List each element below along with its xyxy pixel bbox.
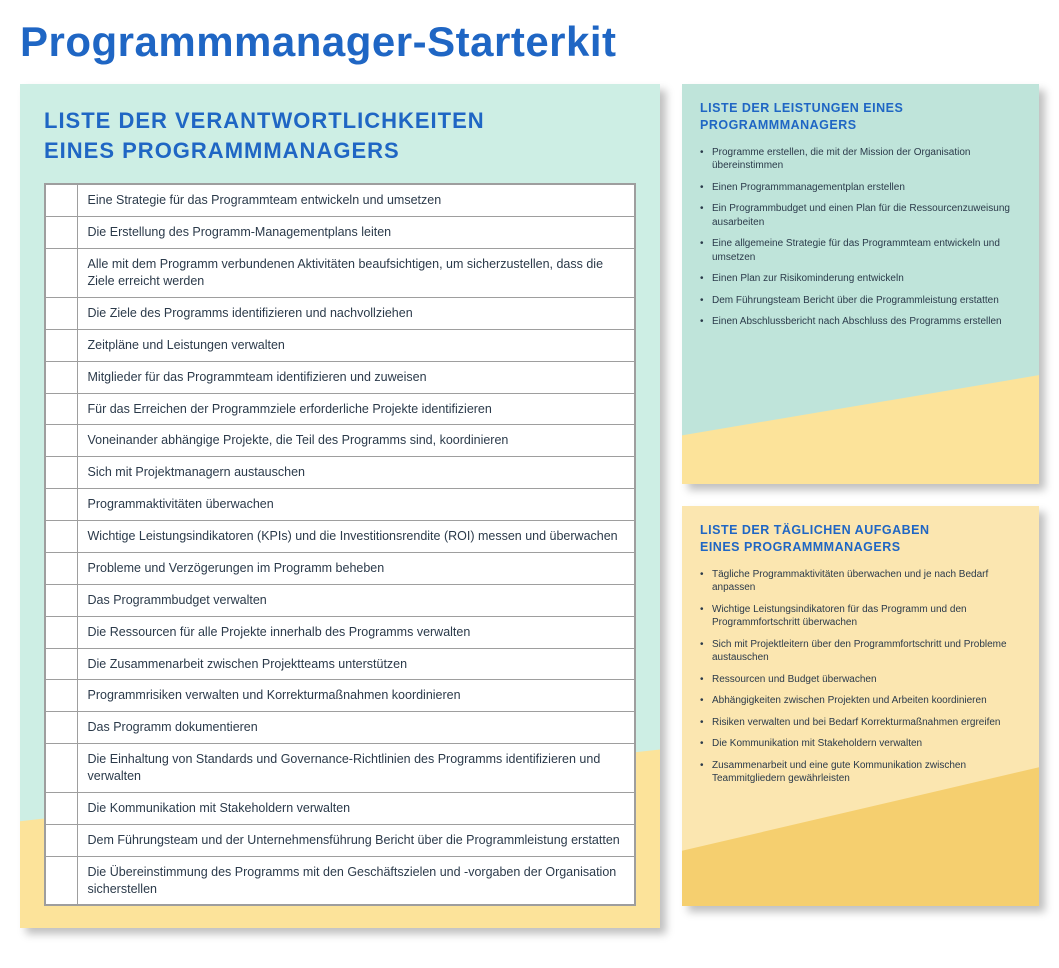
responsibility-text: Wichtige Leistungsindikatoren (KPIs) und…: [77, 521, 635, 553]
check-cell[interactable]: [45, 425, 77, 457]
check-cell[interactable]: [45, 616, 77, 648]
responsibility-text: Zeitpläne und Leistungen verwalten: [77, 329, 635, 361]
list-item: Ressourcen und Budget überwachen: [700, 673, 1021, 687]
table-row: Die Erstellung des Programm-Managementpl…: [45, 217, 635, 249]
responsibility-text: Programmaktivitäten überwachen: [77, 489, 635, 521]
list-item: Tägliche Programmaktivitäten überwachen …: [700, 568, 1021, 595]
table-row: Für das Erreichen der Programmziele erfo…: [45, 393, 635, 425]
responsibility-text: Die Einhaltung von Standards und Governa…: [77, 744, 635, 793]
check-cell[interactable]: [45, 521, 77, 553]
heading-line-2: EINES PROGRAMMMANAGERS: [700, 540, 901, 554]
heading-line-2: EINES PROGRAMMMANAGERS: [44, 138, 400, 163]
table-row: Die Kommunikation mit Stakeholdern verwa…: [45, 792, 635, 824]
table-row: Die Ziele des Programms identifizieren u…: [45, 297, 635, 329]
responsibility-text: Probleme und Verzögerungen im Programm b…: [77, 552, 635, 584]
table-row: Dem Führungsteam und der Unternehmensfüh…: [45, 824, 635, 856]
check-cell[interactable]: [45, 329, 77, 361]
list-item: Einen Programmmanagementplan erstellen: [700, 181, 1021, 195]
responsibility-text: Für das Erreichen der Programmziele erfo…: [77, 393, 635, 425]
heading-line-1: LISTE DER TÄGLICHEN AUFGABEN: [700, 523, 930, 537]
list-item: Sich mit Projektleitern über den Program…: [700, 638, 1021, 665]
daily-tasks-card: LISTE DER TÄGLICHEN AUFGABEN EINES PROGR…: [682, 506, 1039, 906]
responsibility-text: Programmrisiken verwalten und Korrekturm…: [77, 680, 635, 712]
responsibility-text: Voneinander abhängige Projekte, die Teil…: [77, 425, 635, 457]
check-cell[interactable]: [45, 249, 77, 298]
list-item: Ein Programmbudget und einen Plan für di…: [700, 202, 1021, 229]
check-cell[interactable]: [45, 824, 77, 856]
table-row: Wichtige Leistungsindikatoren (KPIs) und…: [45, 521, 635, 553]
check-cell[interactable]: [45, 184, 77, 216]
list-item: Risiken verwalten und bei Bedarf Korrekt…: [700, 716, 1021, 730]
table-row: Programmrisiken verwalten und Korrekturm…: [45, 680, 635, 712]
table-row: Programmaktivitäten überwachen: [45, 489, 635, 521]
check-cell[interactable]: [45, 648, 77, 680]
table-row: Alle mit dem Programm verbundenen Aktivi…: [45, 249, 635, 298]
check-cell[interactable]: [45, 489, 77, 521]
responsibility-text: Die Ressourcen für alle Projekte innerha…: [77, 616, 635, 648]
responsibility-text: Dem Führungsteam und der Unternehmensfüh…: [77, 824, 635, 856]
daily-tasks-list: Tägliche Programmaktivitäten überwachen …: [700, 568, 1021, 786]
daily-tasks-heading: LISTE DER TÄGLICHEN AUFGABEN EINES PROGR…: [700, 522, 1021, 556]
responsibility-text: Das Programm dokumentieren: [77, 712, 635, 744]
responsibility-text: Die Ziele des Programms identifizieren u…: [77, 297, 635, 329]
check-cell[interactable]: [45, 712, 77, 744]
check-cell[interactable]: [45, 361, 77, 393]
table-row: Das Programmbudget verwalten: [45, 584, 635, 616]
table-row: Eine Strategie für das Programmteam entw…: [45, 184, 635, 216]
check-cell[interactable]: [45, 552, 77, 584]
table-row: Das Programm dokumentieren: [45, 712, 635, 744]
check-cell[interactable]: [45, 792, 77, 824]
check-cell[interactable]: [45, 856, 77, 905]
deliverables-heading: LISTE DER LEISTUNGEN EINES PROGRAMMMANAG…: [700, 100, 1021, 134]
check-cell[interactable]: [45, 584, 77, 616]
right-column: LISTE DER LEISTUNGEN EINES PROGRAMMMANAG…: [682, 84, 1039, 906]
list-item: Programme erstellen, die mit der Mission…: [700, 146, 1021, 173]
check-cell[interactable]: [45, 217, 77, 249]
table-row: Probleme und Verzögerungen im Programm b…: [45, 552, 635, 584]
list-item: Eine allgemeine Strategie für das Progra…: [700, 237, 1021, 264]
table-row: Sich mit Projektmanagern austauschen: [45, 457, 635, 489]
heading-line-2: PROGRAMMMANAGERS: [700, 118, 857, 132]
responsibility-text: Das Programmbudget verwalten: [77, 584, 635, 616]
responsibilities-heading: LISTE DER VERANTWORTLICHKEITEN EINES PRO…: [44, 106, 636, 165]
responsibility-text: Die Zusammenarbeit zwischen Projektteams…: [77, 648, 635, 680]
list-item: Einen Plan zur Risikominderung entwickel…: [700, 272, 1021, 286]
list-item: Zusammenarbeit und eine gute Kommunikati…: [700, 759, 1021, 786]
responsibility-text: Mitglieder für das Programmteam identifi…: [77, 361, 635, 393]
responsibility-text: Alle mit dem Programm verbundenen Aktivi…: [77, 249, 635, 298]
list-item: Wichtige Leistungsindikatoren für das Pr…: [700, 603, 1021, 630]
list-item: Dem Führungsteam Bericht über die Progra…: [700, 294, 1021, 308]
heading-line-1: LISTE DER VERANTWORTLICHKEITEN: [44, 108, 485, 133]
responsibility-text: Eine Strategie für das Programmteam entw…: [77, 184, 635, 216]
layout-grid: LISTE DER VERANTWORTLICHKEITEN EINES PRO…: [20, 84, 1039, 928]
heading-line-1: LISTE DER LEISTUNGEN EINES: [700, 101, 903, 115]
list-item: Einen Abschlussbericht nach Abschluss de…: [700, 315, 1021, 329]
check-cell[interactable]: [45, 680, 77, 712]
responsibility-text: Die Übereinstimmung des Programms mit de…: [77, 856, 635, 905]
deliverables-list: Programme erstellen, die mit der Mission…: [700, 146, 1021, 329]
left-column: LISTE DER VERANTWORTLICHKEITEN EINES PRO…: [20, 84, 660, 928]
table-row: Die Ressourcen für alle Projekte innerha…: [45, 616, 635, 648]
deliverables-card: LISTE DER LEISTUNGEN EINES PROGRAMMMANAG…: [682, 84, 1039, 484]
responsibilities-card: LISTE DER VERANTWORTLICHKEITEN EINES PRO…: [20, 84, 660, 928]
check-cell[interactable]: [45, 457, 77, 489]
check-cell[interactable]: [45, 297, 77, 329]
table-row: Die Einhaltung von Standards und Governa…: [45, 744, 635, 793]
table-row: Zeitpläne und Leistungen verwalten: [45, 329, 635, 361]
responsibilities-table: Eine Strategie für das Programmteam entw…: [44, 183, 636, 906]
page-title: Programmmanager-Starterkit: [20, 18, 1039, 66]
responsibility-text: Sich mit Projektmanagern austauschen: [77, 457, 635, 489]
list-item: Die Kommunikation mit Stakeholdern verwa…: [700, 737, 1021, 751]
table-row: Mitglieder für das Programmteam identifi…: [45, 361, 635, 393]
table-row: Voneinander abhängige Projekte, die Teil…: [45, 425, 635, 457]
check-cell[interactable]: [45, 744, 77, 793]
responsibility-text: Die Kommunikation mit Stakeholdern verwa…: [77, 792, 635, 824]
check-cell[interactable]: [45, 393, 77, 425]
table-row: Die Übereinstimmung des Programms mit de…: [45, 856, 635, 905]
responsibility-text: Die Erstellung des Programm-Managementpl…: [77, 217, 635, 249]
table-row: Die Zusammenarbeit zwischen Projektteams…: [45, 648, 635, 680]
list-item: Abhängigkeiten zwischen Projekten und Ar…: [700, 694, 1021, 708]
